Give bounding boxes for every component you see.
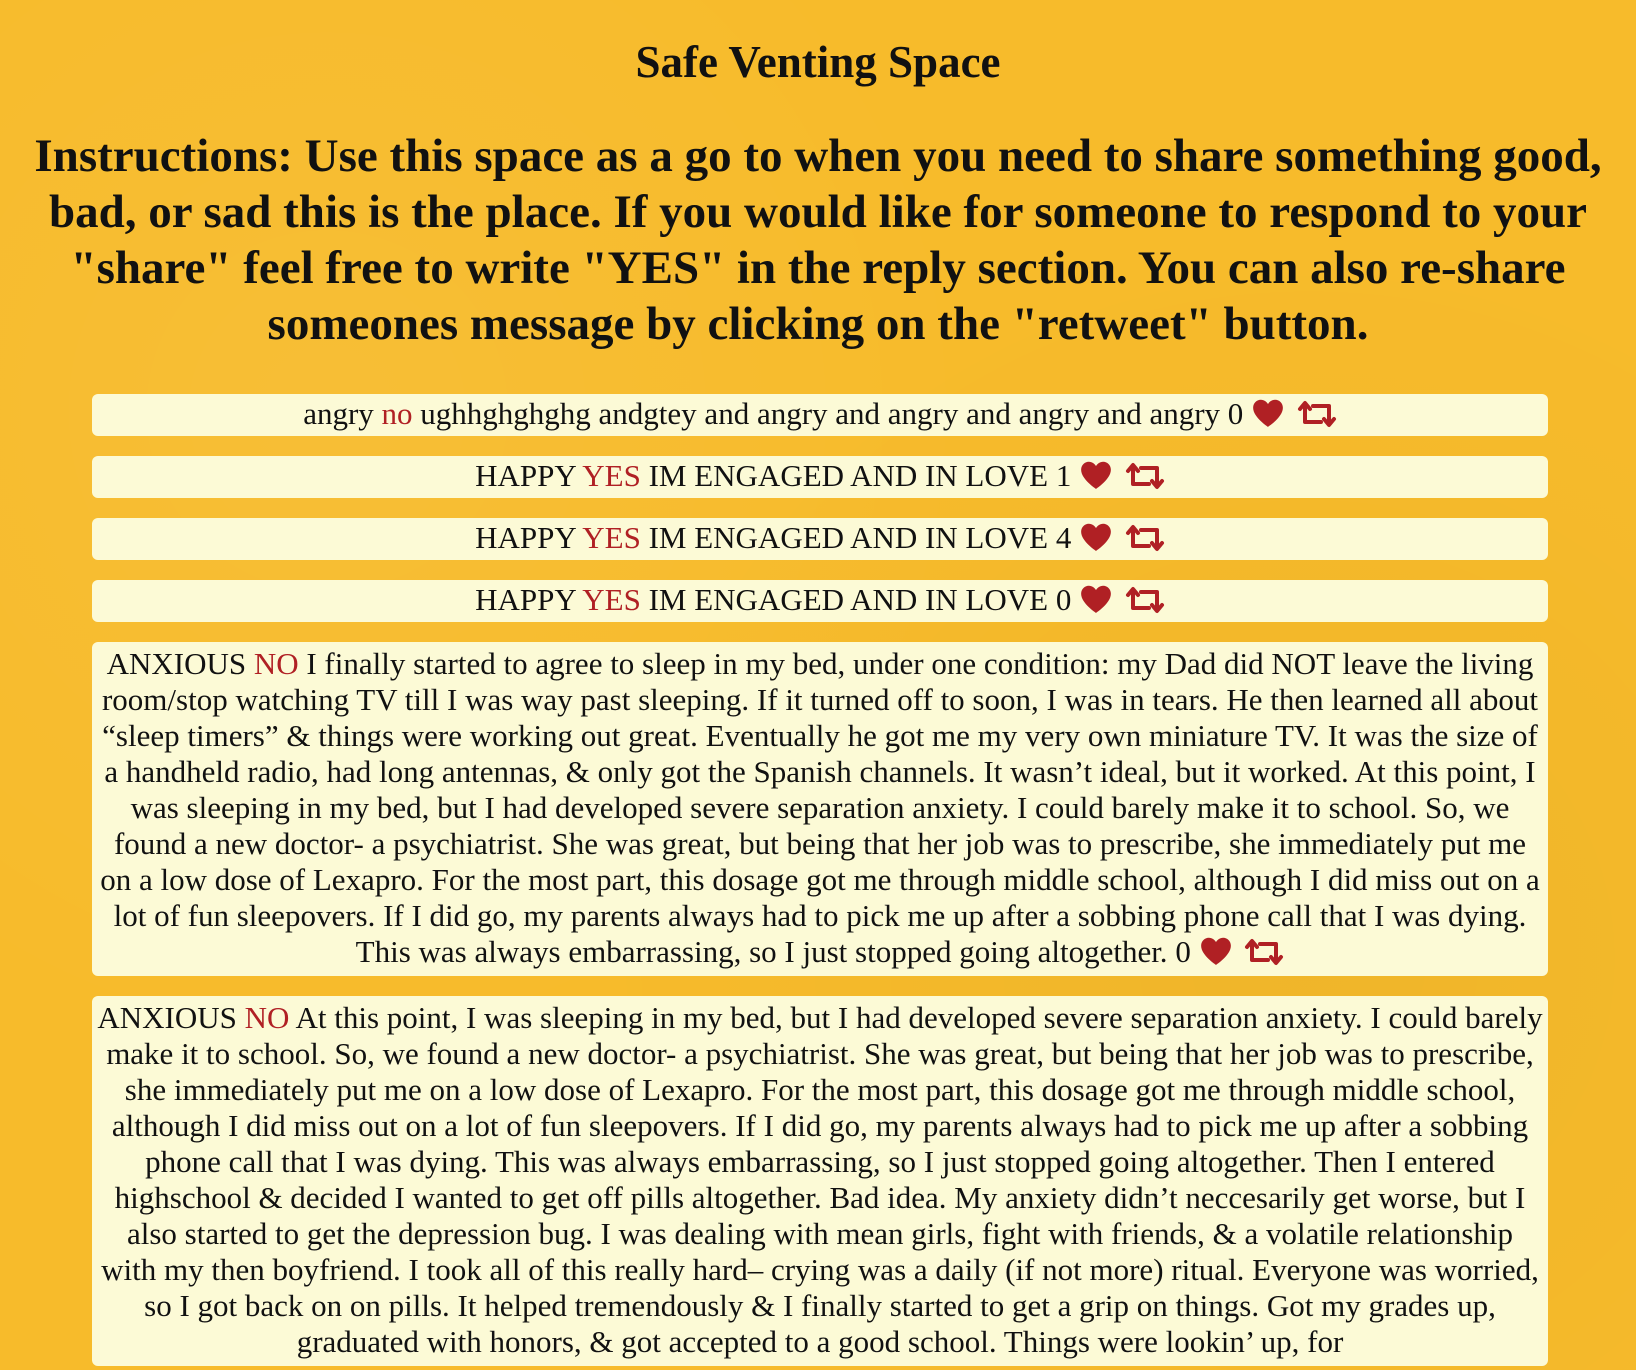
retweet-icon[interactable] bbox=[1125, 462, 1165, 490]
post-card: ANXIOUS NO At this point, I was sleeping… bbox=[92, 996, 1548, 1366]
post-card: ANXIOUS NO I finally started to agree to… bbox=[92, 642, 1548, 976]
post-mood: HAPPY bbox=[475, 458, 576, 493]
like-count: 4 bbox=[1055, 520, 1072, 555]
post-text: IM ENGAGED AND IN LOVE bbox=[648, 458, 1049, 493]
post-text: I finally started to agree to sleep in m… bbox=[100, 646, 1540, 969]
heart-icon[interactable] bbox=[1079, 460, 1113, 490]
post-mood: HAPPY bbox=[475, 520, 576, 555]
post-card: HAPPY YES IM ENGAGED AND IN LOVE 0 bbox=[92, 580, 1548, 622]
post-reply-flag: no bbox=[381, 396, 413, 431]
post-text: At this point, I was sleeping in my bed,… bbox=[101, 1000, 1543, 1359]
like-count: 0 bbox=[1055, 582, 1072, 617]
retweet-icon[interactable] bbox=[1297, 400, 1337, 428]
post-reply-flag: YES bbox=[582, 582, 641, 617]
post-text: IM ENGAGED AND IN LOVE bbox=[648, 582, 1049, 617]
page-title: Safe Venting Space bbox=[635, 37, 1001, 87]
retweet-icon[interactable] bbox=[1125, 524, 1165, 552]
post-card: HAPPY YES IM ENGAGED AND IN LOVE 4 bbox=[92, 518, 1548, 560]
heart-icon[interactable] bbox=[1199, 936, 1233, 966]
heart-icon[interactable] bbox=[1079, 522, 1113, 552]
instructions-text: Instructions: Use this space as a go to … bbox=[34, 130, 1602, 350]
like-count: 0 bbox=[1175, 934, 1191, 969]
retweet-icon[interactable] bbox=[1244, 938, 1284, 966]
post-reply-flag: YES bbox=[582, 458, 641, 493]
post-mood: angry bbox=[303, 396, 374, 431]
like-count: 1 bbox=[1055, 458, 1072, 493]
post-mood: ANXIOUS bbox=[106, 646, 247, 681]
post-reply-flag: NO bbox=[244, 1000, 290, 1035]
post-text: ughhghghghg andgtey and angry and angry … bbox=[420, 396, 1221, 431]
heart-icon[interactable] bbox=[1079, 584, 1113, 614]
post-card: HAPPY YES IM ENGAGED AND IN LOVE 1 bbox=[92, 456, 1548, 498]
post-mood: ANXIOUS bbox=[97, 1000, 237, 1035]
like-count: 0 bbox=[1227, 396, 1244, 431]
heart-icon[interactable] bbox=[1251, 398, 1285, 428]
post-feed: angry no ughhghghghg andgtey and angry a… bbox=[92, 394, 1548, 1366]
post-reply-flag: YES bbox=[582, 520, 641, 555]
post-text: IM ENGAGED AND IN LOVE bbox=[648, 520, 1049, 555]
retweet-icon[interactable] bbox=[1125, 586, 1165, 614]
post-reply-flag: NO bbox=[253, 646, 299, 681]
post-card: angry no ughhghghghg andgtey and angry a… bbox=[92, 394, 1548, 436]
post-mood: HAPPY bbox=[475, 582, 576, 617]
